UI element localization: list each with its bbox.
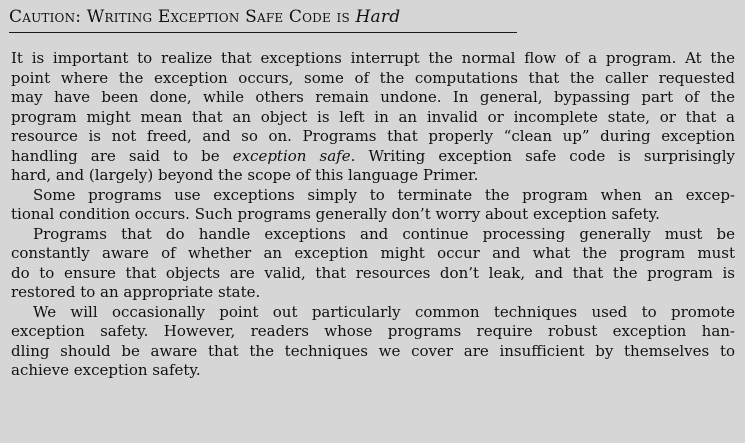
- paragraph-1-line-5: resource is not freed, and so on. Progra…: [11, 127, 735, 145]
- paragraph-1-line-3: may have been done, while others remain …: [11, 88, 735, 106]
- caution-heading: Caution: Writing Exception Safe Code is …: [9, 6, 400, 28]
- paragraph-1-line-1: It is important to realize that exceptio…: [11, 49, 735, 67]
- paragraph-1-line-2: point where the exception occurs, some o…: [11, 68, 735, 87]
- paragraph-4-line-2: exception safety. However, readers whose…: [11, 322, 735, 340]
- paragraph-2-line-2: tional condition occurs. Such programs g…: [11, 205, 660, 223]
- paragraph-3-line-2: constantly aware of whether an exception…: [11, 244, 735, 262]
- paragraph-3-line-4: restored to an appropriate state.: [11, 283, 261, 301]
- p1-l6-after: . Writing exception safe code is surpris…: [350, 146, 735, 165]
- p1-l6-before: handling are said to be: [11, 146, 233, 165]
- paragraph-1-line-6: handling are said to be exception safe. …: [11, 147, 735, 167]
- paragraph-4-line-3: dling should be aware that the technique…: [11, 341, 735, 360]
- caution-heading-rule: Caution: Writing Exception Safe Code is …: [9, 5, 517, 33]
- heading-emphasis: Hard: [355, 7, 401, 27]
- paragraph-4-line-1: We will occasionally point out particula…: [33, 302, 735, 321]
- paragraph-1-line-4: program might mean that an object is lef…: [11, 107, 735, 126]
- caution-body: It is important to realize that exceptio…: [11, 49, 735, 381]
- caution-box: Caution: Writing Exception Safe Code is …: [0, 0, 745, 443]
- paragraph-2-line-1: Some programs use exceptions simply to t…: [33, 185, 735, 204]
- paragraph-3-line-1: Programs that do handle exceptions and c…: [33, 224, 735, 243]
- paragraph-1-line-7: hard, and (largely) beyond the scope of …: [11, 166, 479, 184]
- heading-prefix: Caution: Writing Exception Safe Code is: [9, 7, 356, 27]
- paragraph-4-line-4: achieve exception safety.: [11, 361, 201, 379]
- paragraph-3-line-3: do to ensure that objects are valid, tha…: [11, 263, 735, 282]
- p1-l6-emphasis: exception safe: [232, 146, 351, 165]
